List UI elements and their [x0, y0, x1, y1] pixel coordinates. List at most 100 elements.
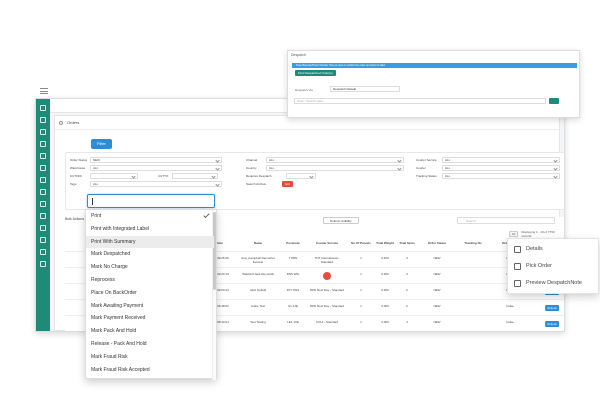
- dropdown-option[interactable]: Print with Integrated Label: [86, 223, 214, 236]
- table-cell-status: NEW: [433, 304, 441, 308]
- row-actions-menu: Details Pick Order Preview DespatchNote: [507, 238, 599, 294]
- dropdown-option[interactable]: Print: [86, 210, 214, 223]
- courier-select[interactable]: ALL: [442, 165, 560, 171]
- menu-item-pick-order[interactable]: Pick Order: [508, 258, 600, 275]
- filter-requires-despatch: Requires Despatch: [246, 173, 316, 179]
- dots-icon[interactable]: [40, 177, 46, 183]
- dropdown-option[interactable]: Mark Despatched: [86, 248, 214, 261]
- search-input[interactable]: Search:: [457, 217, 555, 224]
- menu-item-label: Preview DespatchNote: [526, 280, 582, 286]
- calendar-icon[interactable]: [40, 165, 46, 171]
- dropdown-option[interactable]: Place On BackOrder: [86, 287, 214, 300]
- table-cell-service: TNT International - Standard: [314, 256, 340, 264]
- scan-field[interactable]: Scan / Search Here: [294, 98, 546, 104]
- table-cell-service: CX14 - Standard: [315, 320, 339, 324]
- dropdown-option-label: Release - Pack And Hold: [91, 341, 147, 347]
- link-icon[interactable]: [40, 261, 46, 267]
- filter-tags: Tags ALL: [70, 181, 222, 187]
- grid-icon[interactable]: [40, 129, 46, 135]
- dropdown-option[interactable]: Release - Pack And Hold: [86, 338, 214, 351]
- column-header[interactable]: Postcode: [275, 241, 311, 246]
- table-cell-name: Andre Test: [250, 304, 266, 308]
- print-icon[interactable]: [40, 201, 46, 207]
- filter-search-archive: Search Archive GO: [246, 181, 293, 187]
- filter-tracking-status: Tracking Status ALL: [416, 173, 560, 179]
- hamburger-icon[interactable]: [40, 88, 48, 94]
- table-cell-name: Jack Sofield: [249, 288, 267, 292]
- filter-tab[interactable]: Filter: [91, 139, 112, 149]
- cutoff-to-select[interactable]: [172, 173, 219, 179]
- table-cell-name: Ana_Campbell Demetrier Everest: [241, 256, 275, 264]
- column-visibility-button[interactable]: Column visibility: [323, 217, 359, 224]
- chart-icon[interactable]: [40, 237, 46, 243]
- table-cell-postcode: LE1 1XE: [287, 320, 299, 324]
- menu-item-preview-despatchnote[interactable]: Preview DespatchNote: [508, 275, 600, 292]
- despatch-panel: Despatch Scan Barcode/Order Number Here …: [287, 50, 580, 118]
- column-header[interactable]: Name: [240, 241, 276, 246]
- dropdown-option[interactable]: Mark Pack And Hold: [86, 325, 214, 338]
- check-icon: [203, 211, 210, 219]
- dropdown-option[interactable]: Mark Fraud Risk Accepted: [86, 364, 214, 377]
- channel-select[interactable]: ALL: [266, 157, 404, 163]
- filter-channel: Channel ALL: [246, 157, 404, 163]
- dropdown-option[interactable]: Mark Awaiting Payment: [86, 300, 214, 313]
- column-header[interactable]: Courier Service: [309, 241, 345, 246]
- table-cell-postcode: S1 4JE: [288, 304, 298, 308]
- despatch-via-select[interactable]: Despatch Default: [330, 86, 400, 92]
- menu-item-label: Details: [526, 246, 543, 252]
- courier-service-select[interactable]: ALL: [442, 157, 560, 163]
- filter-order-status: Order Status NEW: [70, 157, 222, 163]
- dropdown-option[interactable]: Mark Payment Received: [86, 312, 214, 325]
- dropdown-option-label: Mark Payment Received: [91, 315, 146, 322]
- tracking-status-select[interactable]: ALL: [442, 173, 560, 179]
- dashboard-icon[interactable]: [40, 105, 46, 111]
- pager: 10 Displaying 1 - 10 of 7750 records: [509, 230, 564, 238]
- dropdown-option[interactable]: Print With Summary: [86, 235, 214, 249]
- orders-icon: [59, 121, 63, 125]
- filter-cutoff: CUTOFF CUTTO: [70, 173, 219, 179]
- order-status-select[interactable]: NEW: [90, 157, 222, 163]
- table-cell-lock: False: [506, 304, 514, 308]
- table-cell-service: DPD Next Day - Standard: [309, 288, 345, 292]
- filter-courier: Courier ALL: [416, 165, 560, 171]
- page-size-select[interactable]: 10: [509, 231, 519, 237]
- bulk-action-search-input[interactable]: [87, 194, 215, 208]
- actions-button[interactable]: Actions: [545, 305, 559, 311]
- truck-icon[interactable]: [40, 153, 46, 159]
- cutoff-select[interactable]: [90, 173, 138, 179]
- table-cell-status: NEW: [433, 320, 441, 324]
- go-button[interactable]: GO: [282, 181, 293, 187]
- dropdown-option-label: Mark Fraud Risk: [91, 353, 128, 360]
- warehouse-select[interactable]: ALL: [90, 165, 222, 171]
- menu-item-details[interactable]: Details: [508, 241, 600, 258]
- tags-select[interactable]: ALL: [90, 181, 222, 187]
- dropdown-option-label: Print With Summary: [91, 238, 136, 245]
- orders-icon[interactable]: [40, 117, 46, 123]
- table-cell-postcode: ZXY 8GS: [286, 288, 300, 292]
- text-caret: [92, 198, 93, 205]
- despatch-info-bar: Scan Barcode/Order Number Here to view o…: [292, 63, 577, 68]
- sidebar: [36, 99, 50, 331]
- dropdown-option[interactable]: Mark No Charge: [86, 261, 214, 274]
- column-header[interactable]: Order Status: [419, 241, 455, 246]
- refresh-icon[interactable]: [40, 189, 46, 195]
- despatch-title: Despatch: [291, 53, 306, 57]
- list-icon: [514, 246, 521, 253]
- dropdown-option[interactable]: Reprocess: [86, 274, 214, 287]
- users-icon[interactable]: [40, 213, 46, 219]
- country-select[interactable]: ALL: [266, 165, 404, 171]
- settings-icon[interactable]: [40, 225, 46, 231]
- actions-button[interactable]: Actions: [545, 321, 559, 327]
- filter-courier-service: Courier Service ALL: [416, 157, 560, 163]
- column-header[interactable]: Tracking No: [455, 241, 491, 246]
- table-cell-service: DPD Next Day - Standard: [309, 304, 345, 308]
- requires-despatch-select[interactable]: [286, 173, 316, 179]
- dropdown-option-label: Print: [91, 213, 102, 219]
- document-icon: [514, 280, 521, 287]
- find-despatched-button[interactable]: Find Despatched Order(s): [295, 70, 336, 76]
- warning-icon: [323, 272, 331, 280]
- dropdown-option[interactable]: Mark Fraud Risk: [86, 351, 214, 364]
- scan-go-button[interactable]: [549, 98, 559, 104]
- help-icon[interactable]: [40, 249, 46, 255]
- box-icon[interactable]: [40, 141, 46, 147]
